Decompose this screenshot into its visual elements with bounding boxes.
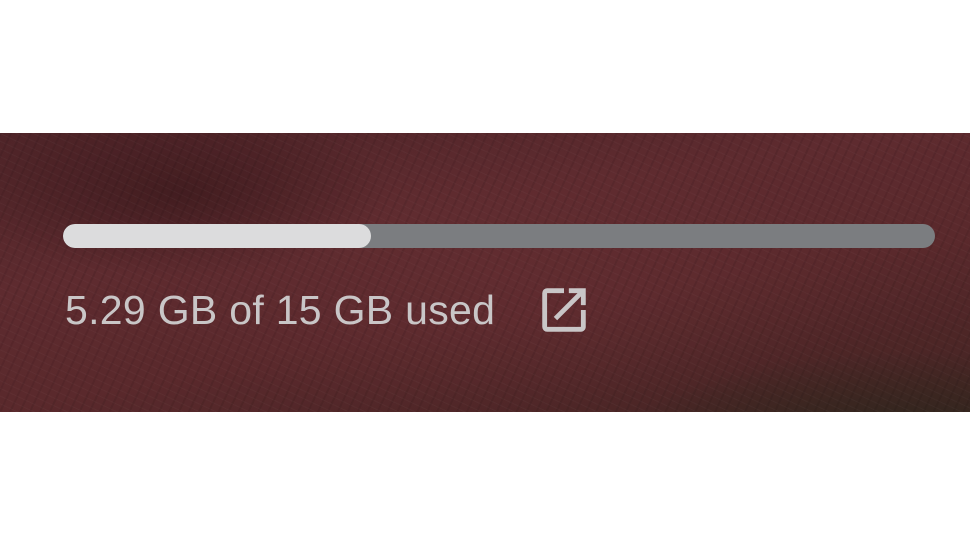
- screenshot-frame: 5.29 GB of 15 GB used: [0, 0, 970, 546]
- storage-usage-row: 5.29 GB of 15 GB used: [65, 281, 593, 339]
- storage-panel: 5.29 GB of 15 GB used: [0, 133, 970, 412]
- background-scrim: [0, 133, 970, 412]
- open-in-new-icon[interactable]: [535, 281, 593, 339]
- background-texture: [0, 133, 970, 412]
- storage-progress-fill: [63, 224, 371, 248]
- storage-usage-text: 5.29 GB of 15 GB used: [65, 286, 496, 333]
- storage-progress-bar: [63, 224, 935, 248]
